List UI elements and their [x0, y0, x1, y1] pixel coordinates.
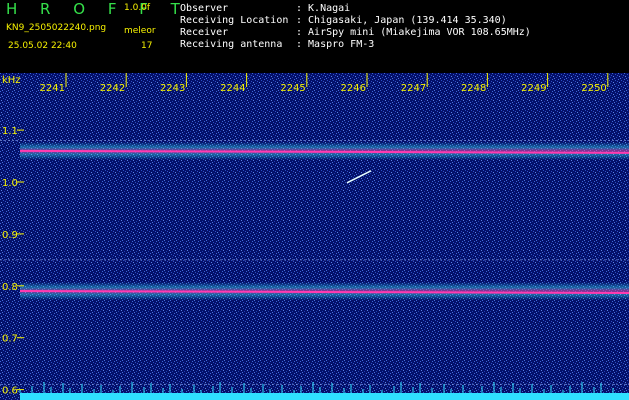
- version-label: 1.0.0f: [124, 3, 151, 13]
- app-title: H R O F F T: [6, 0, 189, 18]
- x-tick-label: 2249: [521, 83, 546, 94]
- y-tick-label: 0.9: [2, 230, 18, 241]
- x-tick-label: 2247: [401, 83, 426, 94]
- x-tick-label: 2243: [160, 83, 185, 94]
- info-value-receiver: : AirSpy mini (Miakejima VOR 108.65MHz): [296, 27, 531, 38]
- carrier-band: [19, 282, 629, 300]
- y-tick-label: 1.1: [2, 126, 18, 137]
- x-tick-label: 2250: [581, 83, 606, 94]
- mode-label: meleor: [124, 26, 156, 36]
- info-value-location: : Chigasaki, Japan (139.414 35.340): [296, 15, 507, 26]
- y-tick-label: 0.6: [2, 386, 18, 397]
- y-tick-label: 0.7: [2, 334, 18, 345]
- info-value-antenna: : Maspro FM-3: [296, 39, 375, 50]
- info-key-antenna: Receiving antenna: [180, 39, 283, 50]
- filename-label: KN9_2505022240.png: [6, 23, 107, 33]
- x-tick-label: 2241: [40, 83, 65, 94]
- x-tick-label: 2246: [341, 83, 366, 94]
- x-tick-label: 2244: [220, 83, 245, 94]
- info-key-receiver: Receiver: [180, 27, 229, 38]
- info-key-location: Receiving Location: [180, 15, 289, 26]
- amplitude-baseline: [20, 393, 629, 400]
- x-tick-label: 2248: [461, 83, 486, 94]
- info-key-observer: Observer: [180, 3, 229, 14]
- carrier-band: [19, 141, 629, 160]
- info-value-observer: : K.Nagai: [296, 3, 351, 14]
- y-tick-label: 1.0: [2, 178, 18, 189]
- plot-noise-background: [0, 73, 629, 400]
- y-axis-unit-label: kHz: [2, 75, 21, 86]
- spectrogram-plot: 2241 2242 2243 2244 2245 2246 2247 2248 2249 2250…: [0, 73, 629, 400]
- datetime-label: 25.05.02 22:40: [8, 41, 77, 51]
- y-tick-label: 0.8: [2, 282, 18, 293]
- x-tick-label: 2242: [100, 83, 125, 94]
- x-tick-label: 2245: [280, 83, 305, 94]
- count-label: 17: [141, 41, 153, 51]
- header-panel: H R O F F T 1.0.0f KN9_2505022240.png me…: [0, 0, 629, 73]
